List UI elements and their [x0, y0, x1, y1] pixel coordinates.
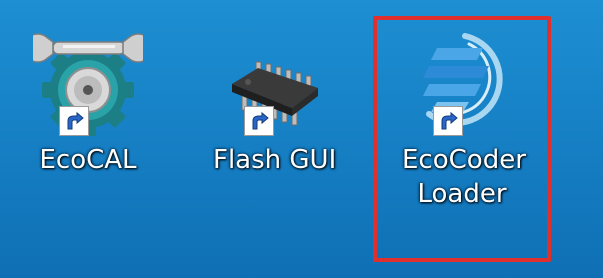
highlight-box — [373, 16, 551, 262]
desktop-icon-label: EcoCAL — [39, 145, 137, 175]
desktop-icon-ecocal[interactable]: EcoCAL — [28, 18, 148, 178]
wrench-gear-icon — [33, 18, 143, 138]
shortcut-arrow-icon — [244, 106, 274, 136]
chip-icon — [218, 18, 328, 138]
desktop-icon-label: Flash GUI — [213, 145, 337, 175]
desktop-icon-flash-gui[interactable]: Flash GUI — [213, 18, 337, 178]
desktop: EcoCAL Flash GUI EcoCoder Loader — [0, 0, 603, 278]
shortcut-arrow-icon — [59, 106, 89, 136]
